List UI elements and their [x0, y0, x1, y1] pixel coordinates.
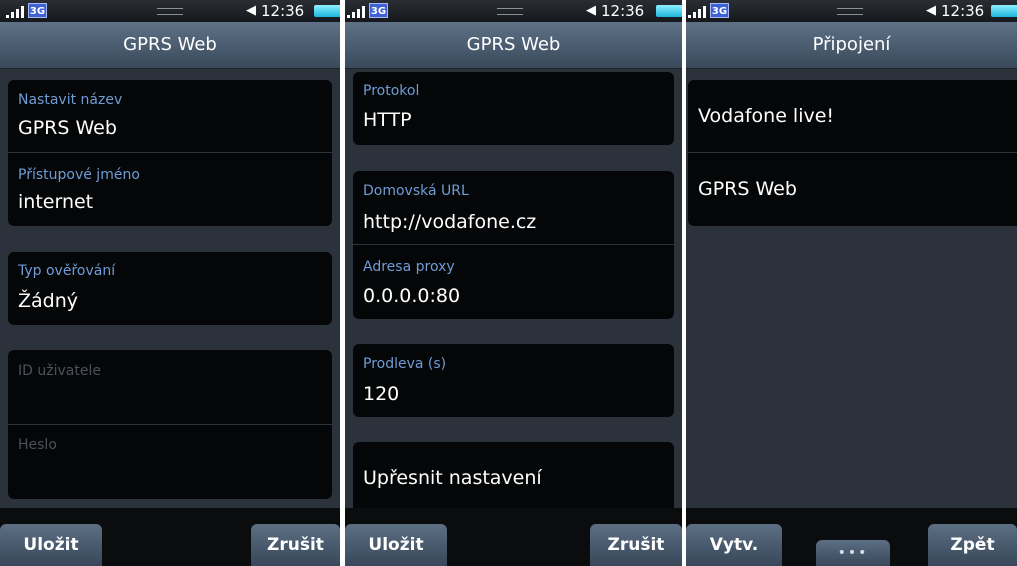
field-authentication-type[interactable]: Typ ověřování Žádný — [8, 252, 332, 325]
screen-connections-list: 3G ◀ 12:36 Připojení Vodafone live! GPRS… — [686, 0, 1017, 566]
credentials-card: ID uživatele Heslo — [8, 350, 332, 499]
save-button[interactable]: Uložit — [345, 524, 447, 566]
advanced-settings-item[interactable]: Upřesnit nastavení — [353, 442, 674, 515]
signal-strength-icon — [688, 6, 710, 18]
clock: 12:36 — [601, 2, 645, 20]
status-bar: 3G ◀ 12:36 — [0, 0, 340, 22]
field-value: GPRS Web — [18, 117, 117, 139]
field-label: ID uživatele — [18, 363, 101, 379]
field-value: http://vodafone.cz — [363, 211, 537, 233]
speaker-icon: ◀ — [246, 3, 256, 18]
timeout-card: Prodleva (s) 120 — [353, 344, 674, 417]
advanced-settings-label: Upřesnit nastavení — [363, 467, 542, 489]
list-item-label: Vodafone live! — [698, 105, 835, 127]
protocol-card: Protokol HTTP — [353, 72, 674, 145]
bottom-bar: Vytv. ••• Zpět — [686, 508, 1017, 566]
field-user-id[interactable]: ID uživatele — [8, 350, 332, 424]
field-protocol[interactable]: Protokol HTTP — [353, 72, 674, 145]
title-bar: GPRS Web — [0, 22, 340, 69]
signal-strength-icon — [347, 6, 369, 18]
field-timeout[interactable]: Prodleva (s) 120 — [353, 344, 674, 417]
field-password[interactable]: Heslo — [8, 424, 332, 499]
field-value: Žádný — [18, 290, 79, 312]
list-item-label: GPRS Web — [698, 178, 797, 200]
field-label: Domovská URL — [363, 183, 469, 199]
battery-icon — [314, 5, 340, 17]
create-button[interactable]: Vytv. — [686, 524, 782, 566]
bottom-bar: Uložit Zrušit — [345, 508, 682, 566]
name-access-card: Nastavit název GPRS Web Přístupové jméno… — [8, 80, 332, 226]
field-access-point-name[interactable]: Přístupové jméno internet — [8, 152, 332, 226]
field-label: Heslo — [18, 437, 57, 453]
status-handle-icon[interactable] — [837, 8, 863, 15]
field-label: Adresa proxy — [363, 259, 455, 275]
list-item[interactable]: Vodafone live! — [688, 80, 1017, 152]
speaker-icon: ◀ — [926, 3, 936, 18]
title-bar: GPRS Web — [345, 22, 682, 69]
field-label: Nastavit název — [18, 92, 123, 108]
list-item[interactable]: GPRS Web — [688, 152, 1017, 226]
signal-strength-icon — [6, 6, 28, 18]
network-type-badge: 3G — [710, 3, 729, 18]
url-proxy-card: Domovská URL http://vodafone.cz Adresa p… — [353, 171, 674, 319]
field-set-name[interactable]: Nastavit název GPRS Web — [8, 80, 332, 152]
screen-connection-settings-2: 3G ◀ 12:36 GPRS Web Protokol HTTP Domovs… — [345, 0, 682, 566]
save-button[interactable]: Uložit — [0, 524, 102, 566]
field-label: Typ ověřování — [18, 263, 116, 279]
more-options-button[interactable]: ••• — [816, 540, 890, 566]
speaker-icon: ◀ — [586, 3, 596, 18]
auth-card: Typ ověřování Žádný — [8, 252, 332, 325]
field-value: HTTP — [363, 109, 412, 131]
clock: 12:36 — [941, 2, 985, 20]
field-label: Přístupové jméno — [18, 167, 140, 183]
status-handle-icon[interactable] — [157, 8, 183, 15]
page-title: GPRS Web — [466, 34, 561, 55]
field-label: Protokol — [363, 83, 420, 99]
field-home-url[interactable]: Domovská URL http://vodafone.cz — [353, 171, 674, 244]
network-type-badge: 3G — [28, 3, 47, 18]
cancel-button[interactable]: Zrušit — [251, 524, 340, 566]
page-title: GPRS Web — [123, 34, 217, 55]
page-title: Připojení — [812, 34, 891, 55]
field-value: internet — [18, 191, 94, 213]
advanced-settings-card: Upřesnit nastavení — [353, 442, 674, 515]
screen-connection-settings-1: 3G ◀ 12:36 GPRS Web Nastavit název GPRS … — [0, 0, 340, 566]
status-bar: 3G ◀ 12:36 — [345, 0, 682, 22]
cancel-button[interactable]: Zrušit — [590, 524, 682, 566]
clock: 12:36 — [261, 2, 305, 20]
bottom-bar: Uložit Zrušit — [0, 508, 340, 566]
title-bar: Připojení — [686, 22, 1017, 69]
status-handle-icon[interactable] — [497, 8, 523, 15]
field-value: 120 — [363, 383, 400, 405]
back-button[interactable]: Zpět — [928, 524, 1017, 566]
field-proxy-address[interactable]: Adresa proxy 0.0.0.0:80 — [353, 244, 674, 319]
field-value: 0.0.0.0:80 — [363, 285, 461, 307]
connections-list: Vodafone live! GPRS Web — [688, 80, 1017, 226]
battery-icon — [656, 5, 682, 17]
status-bar: 3G ◀ 12:36 — [686, 0, 1017, 22]
network-type-badge: 3G — [369, 3, 388, 18]
field-label: Prodleva (s) — [363, 356, 447, 372]
battery-icon — [991, 5, 1017, 17]
